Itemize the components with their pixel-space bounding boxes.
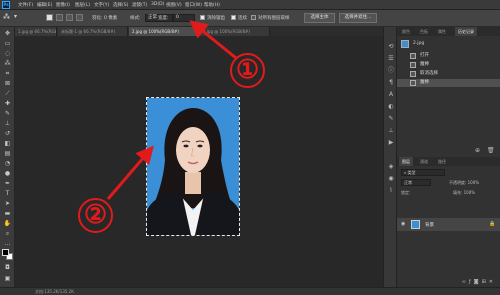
foreground-color-swatch[interactable]	[2, 249, 9, 256]
annotation-number-1: ①	[230, 53, 265, 88]
annotation-number-2: ②	[78, 198, 113, 233]
annotation-arrows	[106, 20, 237, 200]
annotation-arrow-2	[106, 145, 154, 200]
annotation-arrow-1	[189, 20, 237, 60]
